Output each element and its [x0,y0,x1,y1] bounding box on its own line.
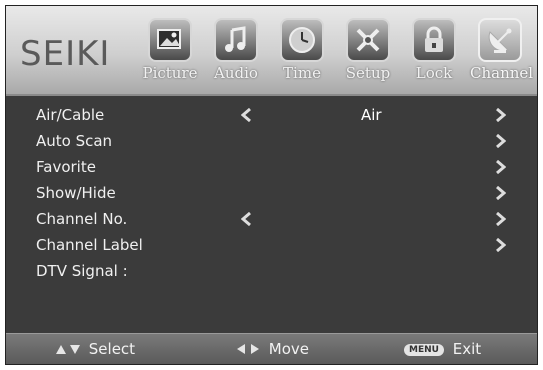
tab-channel[interactable]: Channel [470,18,534,92]
menu-row-channel-label[interactable]: Channel Label [6,232,537,258]
top-tab-bar: SEIKI Picture Audio Time Setup Lock Chan… [6,6,537,96]
picture-icon [148,18,192,62]
move-hint: Move [234,340,309,358]
exit-label: Exit [452,340,482,358]
menu-item-label: Favorite [36,158,96,176]
air-cable-value: Air [361,106,382,124]
footer-hints: Select Move MENU Exit [6,333,537,364]
right-arrow-icon[interactable] [494,185,507,201]
tab-picture[interactable]: Picture [140,18,200,92]
setup-icon [346,18,390,62]
left-arrow-icon[interactable] [240,107,253,123]
up-down-arrows-icon [56,345,80,354]
channel-menu: Air/Cable Air Auto Scan Favorite Show/Hi… [6,96,537,336]
right-arrow-icon[interactable] [494,237,507,253]
brand-logo: SEIKI [20,34,111,74]
menu-row-show-hide[interactable]: Show/Hide [6,180,537,206]
left-right-arrows-icon [237,344,259,354]
menu-row-favorite[interactable]: Favorite [6,154,537,180]
menu-key-badge: MENU [404,344,444,356]
audio-icon [214,18,258,62]
select-hint: Select [54,340,135,358]
menu-item-label: Air/Cable [36,106,105,124]
clock-icon [280,18,324,62]
tab-audio[interactable]: Audio [206,18,266,92]
tab-label: Setup [345,64,391,82]
tv-menu-screen: SEIKI Picture Audio Time Setup Lock Chan… [5,5,538,365]
menu-item-label: Channel Label [36,236,143,254]
satellite-dish-icon [478,18,522,62]
right-arrow-icon[interactable] [494,159,507,175]
menu-item-label: Auto Scan [36,132,113,150]
lock-icon [412,18,456,62]
right-arrow-icon[interactable] [494,133,507,149]
tab-label: Channel [470,64,534,82]
tab-label: Picture [142,64,198,82]
left-arrow-icon[interactable] [240,211,253,227]
menu-row-dtv-signal: DTV Signal : [6,258,537,284]
tab-label: Time [283,64,321,82]
tab-label: Lock [415,64,453,82]
menu-item-label: DTV Signal : [36,262,128,280]
right-arrow-icon[interactable] [494,211,507,227]
menu-item-label: Channel No. [36,210,128,228]
menu-row-auto-scan[interactable]: Auto Scan [6,128,537,154]
tab-time[interactable]: Time [272,18,332,92]
exit-hint: MENU Exit [404,340,481,358]
tab-lock[interactable]: Lock [404,18,464,92]
move-label: Move [268,340,310,358]
right-arrow-icon[interactable] [494,107,507,123]
tab-setup[interactable]: Setup [338,18,398,92]
menu-row-air-cable[interactable]: Air/Cable Air [6,102,537,128]
select-label: Select [88,340,136,358]
tab-label: Audio [214,64,258,82]
menu-item-label: Show/Hide [36,184,116,202]
menu-row-channel-no[interactable]: Channel No. [6,206,537,232]
